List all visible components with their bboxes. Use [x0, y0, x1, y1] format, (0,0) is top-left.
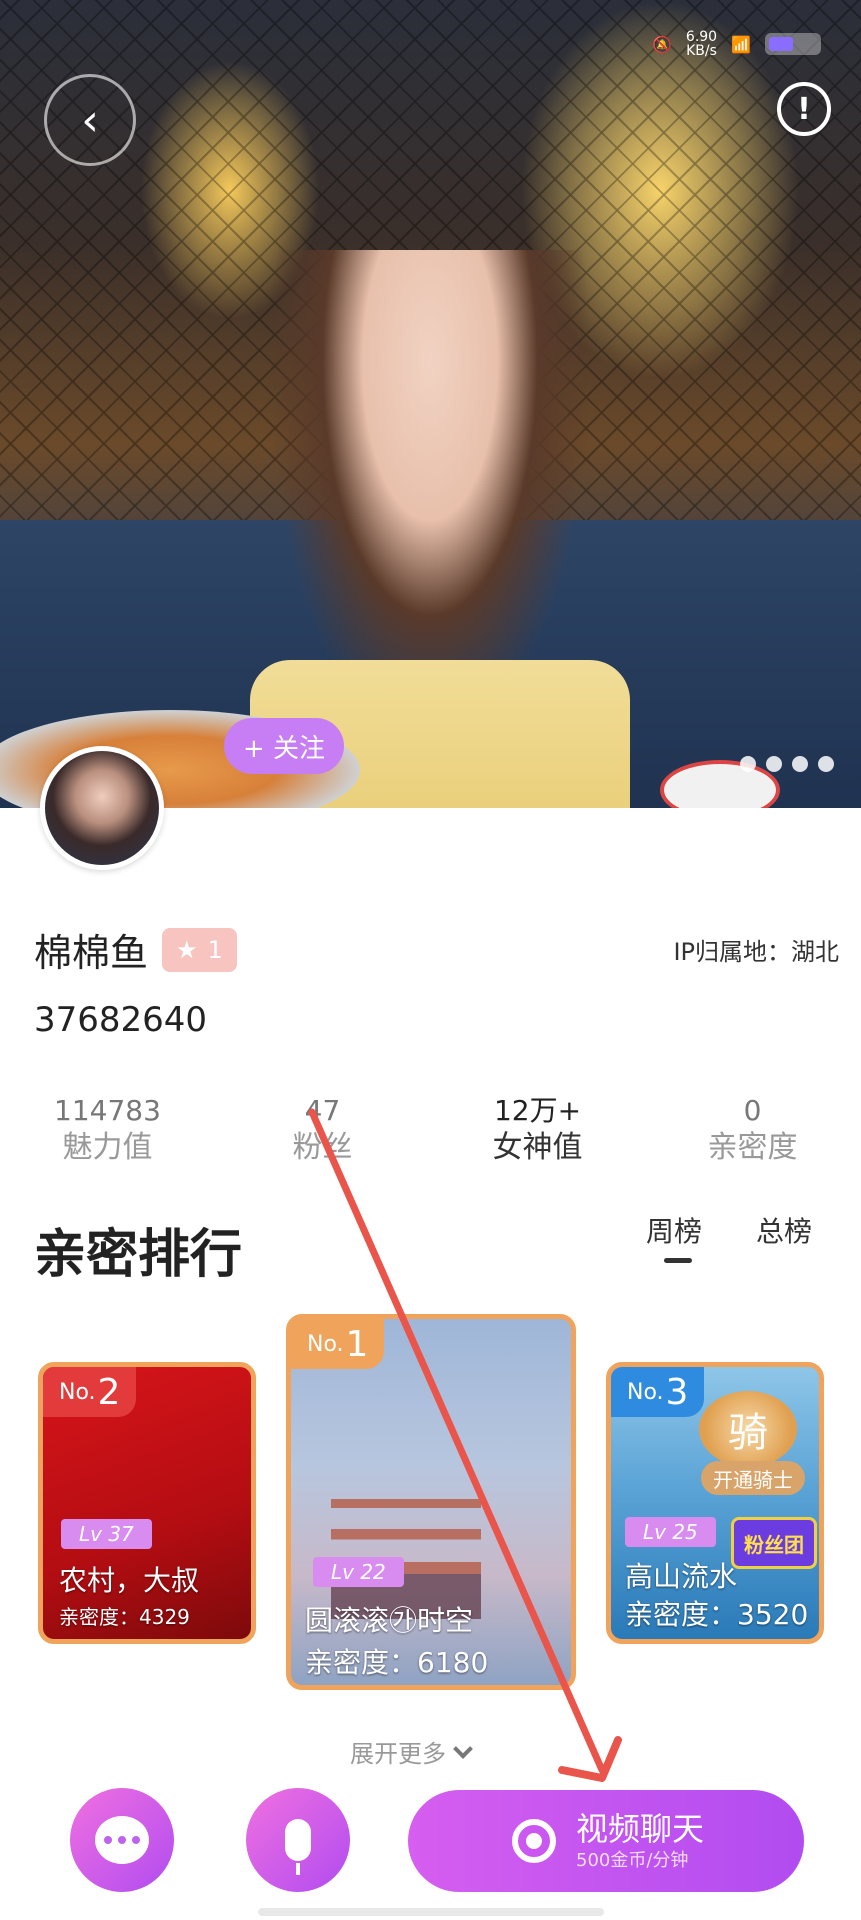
profile-photo-carousel[interactable]: 🔕 6.90 KB/s 📶 ‹ ! — [0, 0, 861, 808]
knight-badge-icon: 骑 — [699, 1391, 797, 1467]
avatar[interactable] — [40, 746, 164, 870]
profile-name-row: 棉棉鱼 ★ 1 — [34, 922, 237, 977]
ranking-user-name: 高山流水 — [625, 1560, 738, 1593]
ranking-user-name: 农村，大叔 — [59, 1564, 200, 1597]
camera-icon — [512, 1819, 556, 1863]
home-indicator[interactable] — [258, 1908, 604, 1916]
expand-more-button[interactable]: 展开更多 — [350, 1734, 473, 1769]
intimacy-score: 亲密度：6180 — [305, 1646, 489, 1679]
follow-button[interactable]: + 关注 — [224, 718, 344, 774]
mute-icon: 🔕 — [651, 34, 672, 54]
back-button[interactable]: ‹ — [44, 74, 136, 166]
ranking-title: 亲密排行 — [34, 1225, 243, 1285]
level-badge: ★ 1 — [162, 927, 237, 972]
microphone-icon — [285, 1819, 311, 1875]
stat-value: 0 — [743, 1094, 762, 1127]
stat-intimacy: 0 亲密度 — [645, 1094, 860, 1168]
carousel-dot[interactable] — [766, 756, 782, 772]
wifi-icon: 📶 — [731, 34, 751, 54]
ranking-card-1[interactable]: No. 1 Lv 22 圆滚滚㉮时空 亲密度：6180 — [286, 1314, 576, 1690]
report-button[interactable]: ! — [777, 82, 831, 136]
tab-active-indicator — [664, 1258, 692, 1263]
video-chat-button[interactable]: 视频聊天 500金币/分钟 — [408, 1790, 804, 1892]
knight-open-button[interactable]: 开通骑士 — [701, 1461, 805, 1495]
ranking-card-3[interactable]: No. 3 骑 开通骑士 Lv 25 粉丝团 高山流水 亲密度：3520 — [606, 1362, 824, 1644]
level-tag: Lv 22 — [313, 1557, 404, 1587]
chevron-left-icon: ‹ — [81, 94, 99, 146]
tab-total[interactable]: 总榜 — [756, 1210, 812, 1250]
intimacy-score: 亲密度：3520 — [625, 1598, 809, 1631]
rank-tag: No. 2 — [43, 1367, 137, 1417]
stat-value: 12万+ — [493, 1094, 582, 1127]
profile-page: 🔕 6.90 KB/s 📶 ‹ ! + 关注 棉棉鱼 ★ 1 IP归属地：湖北 … — [0, 0, 861, 1920]
level-tag: Lv 37 — [61, 1519, 152, 1549]
stat-value: 114783 — [54, 1094, 161, 1127]
stat-fans[interactable]: 47 粉丝 — [215, 1094, 430, 1168]
video-chat-label: 视频聊天 — [576, 1810, 705, 1848]
status-bar: 🔕 6.90 KB/s 📶 — [652, 30, 821, 58]
voice-call-button[interactable] — [246, 1788, 350, 1892]
tab-weekly[interactable]: 周榜 — [646, 1210, 702, 1250]
stat-label: 魅力值 — [62, 1130, 153, 1165]
level-value: 1 — [207, 935, 223, 964]
exclamation-icon: ! — [797, 91, 811, 127]
network-speed: 6.90 KB/s — [685, 29, 718, 59]
stat-value: 47 — [304, 1094, 341, 1127]
battery-icon — [765, 33, 821, 55]
ip-location: IP归属地：湖北 — [673, 938, 839, 966]
user-id: 37682640 — [34, 1000, 208, 1040]
level-tag: Lv 25 — [625, 1517, 716, 1547]
stat-label: 亲密度 — [707, 1130, 798, 1165]
video-chat-price: 500金币/分钟 — [576, 1850, 689, 1871]
stat-charm: 114783 魅力值 — [0, 1094, 215, 1168]
stat-goddess: 12万+ 女神值 — [430, 1094, 645, 1168]
profile-name: 棉棉鱼 — [34, 931, 149, 975]
rank-tag: No. 3 — [611, 1367, 705, 1417]
carousel-dot[interactable] — [818, 756, 834, 772]
pagoda-image — [331, 1469, 481, 1619]
carousel-indicator — [740, 756, 834, 772]
stat-label: 粉丝 — [292, 1130, 353, 1165]
rank-tag: No. 1 — [291, 1319, 385, 1369]
ranking-user-name: 圆滚滚㉮时空 — [305, 1604, 474, 1637]
chevron-down-icon — [453, 1738, 473, 1759]
stat-label: 女神值 — [492, 1130, 583, 1165]
chat-bubble-icon — [95, 1816, 149, 1864]
ranking-card-2[interactable]: No. 2 Lv 37 农村，大叔 亲密度：4329 — [38, 1362, 256, 1644]
intimacy-score: 亲密度：4329 — [59, 1605, 190, 1629]
star-icon: ★ — [176, 935, 198, 964]
message-button[interactable] — [70, 1788, 174, 1892]
carousel-dot[interactable] — [740, 756, 756, 772]
carousel-dot[interactable] — [792, 756, 808, 772]
stats-row: 114783 魅力值 47 粉丝 12万+ 女神值 0 亲密度 — [0, 1094, 861, 1168]
